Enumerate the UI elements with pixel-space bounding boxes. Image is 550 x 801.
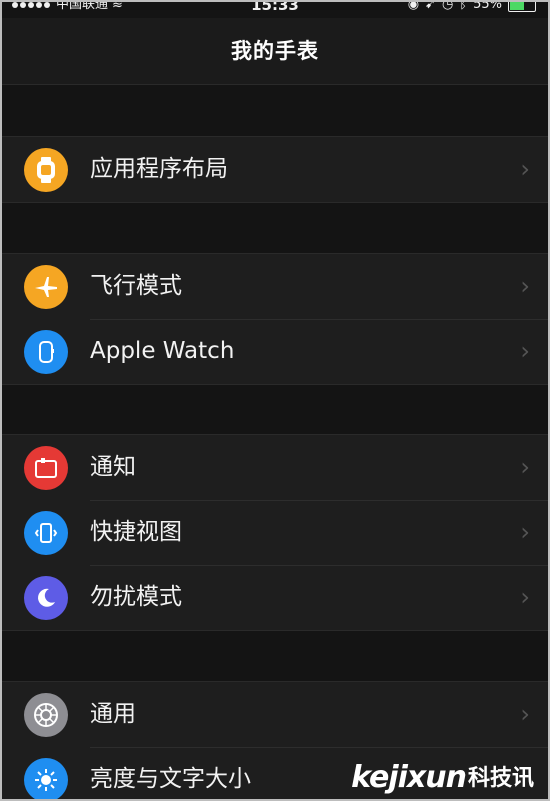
row-label: 快捷视图 (90, 519, 182, 545)
airplane-icon (24, 265, 68, 309)
row-label: 勿扰模式 (90, 584, 182, 610)
settings-group-connectivity: 飞行模式 › Apple Watch › (2, 253, 548, 385)
battery-percent: 55% (473, 0, 502, 12)
row-general[interactable]: 通用 › (2, 682, 548, 747)
battery-icon (508, 2, 536, 12)
row-notifications[interactable]: 通知 › (2, 435, 548, 500)
location-icon: ➹ (425, 0, 436, 12)
brightness-icon (24, 758, 68, 799)
notification-icon (24, 446, 68, 490)
alarm-icon: ◷ (441, 0, 454, 12)
row-label: 应用程序布局 (90, 156, 228, 182)
watermark-latin: kejixun (351, 760, 467, 795)
chevron-right-icon: › (520, 272, 530, 300)
chevron-right-icon: › (520, 700, 530, 728)
chevron-right-icon: › (520, 337, 530, 365)
row-label: Apple Watch (90, 338, 235, 364)
row-do-not-disturb[interactable]: 勿扰模式 › (2, 565, 548, 630)
chevron-right-icon: › (520, 518, 530, 546)
gear-icon (24, 693, 68, 737)
lock-rotation-icon: ◉ (407, 0, 420, 12)
watermark-chinese: 科技讯 (467, 766, 534, 791)
chevron-right-icon: › (520, 583, 530, 611)
navigation-bar: 我的手表 (2, 18, 548, 85)
status-right: ◉ ➹ ◷ ᛒ 55% (407, 0, 536, 12)
watch-icon (24, 148, 68, 192)
row-label: 通用 (90, 701, 136, 727)
settings-group-layout: 应用程序布局 › (2, 136, 548, 203)
row-apple-watch[interactable]: Apple Watch › (2, 319, 548, 384)
row-airplane-mode[interactable]: 飞行模式 › (2, 254, 548, 319)
apple-watch-icon (24, 330, 68, 374)
row-label: 飞行模式 (90, 273, 182, 299)
chevron-right-icon: › (520, 155, 530, 183)
row-app-layout[interactable]: 应用程序布局 › (2, 137, 548, 202)
chevron-right-icon: › (520, 453, 530, 481)
moon-icon (24, 576, 68, 620)
watermark-logo: kejixun 科技讯 (351, 760, 534, 795)
app-screen: 中国联通 ≋ 15:33 ◉ ➹ ◷ ᛒ 55% 我的手表 应用程序布局 › 飞… (0, 0, 550, 801)
status-bar: 中国联通 ≋ 15:33 ◉ ➹ ◷ ᛒ 55% (2, 2, 548, 18)
row-label: 亮度与文字大小 (90, 766, 251, 792)
bluetooth-icon: ᛒ (459, 0, 468, 12)
page-title: 我的手表 (231, 39, 319, 63)
row-glances[interactable]: 快捷视图 › (2, 500, 548, 565)
settings-group-notifications: 通知 › 快捷视图 › 勿扰模式 › (2, 434, 548, 631)
glances-icon (24, 511, 68, 555)
row-label: 通知 (90, 454, 136, 480)
